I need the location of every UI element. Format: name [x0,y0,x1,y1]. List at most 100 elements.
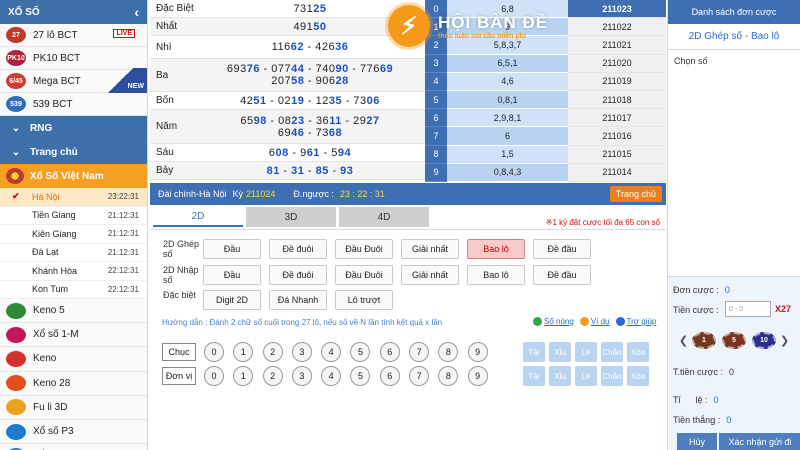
confirm-button[interactable]: Xác nhận gửi đi [719,433,800,450]
tab-2d[interactable]: 2D [153,207,243,227]
digit-button[interactable]: 5 [350,366,371,386]
bet-chip[interactable]: 1 [691,331,716,349]
digit-button[interactable]: 9 [467,366,488,386]
period-item[interactable]: 211014 [568,163,666,182]
quick-select-button[interactable]: Lẻ [574,342,597,362]
menu-item-game[interactable]: 539 539 BCT [0,93,147,116]
main-header[interactable]: ⌄ Trang chủ [0,140,147,164]
tab-4d[interactable]: 4D [339,207,429,227]
bet-option-button[interactable]: Lô trượt [335,290,393,310]
bet-option-button[interactable]: Đầu Đuôi [335,265,393,285]
bet-option-button[interactable]: Đá Nhanh [269,290,327,310]
digit-button[interactable]: 0 [204,342,224,362]
chevron-right-icon[interactable]: ❯ [779,334,790,347]
quick-select-button[interactable]: Tài [522,366,545,386]
menu-item-game[interactable]: 27 27 lô BCT LIVE [0,24,147,47]
menu-item-game[interactable]: Xổ số 1-M [0,323,147,348]
period-item[interactable]: 211018 [568,90,666,110]
group-label: 2D Ghép số [163,239,200,259]
menu-item-game[interactable]: Fu li 3D [0,395,147,420]
quick-select-button[interactable]: Chẵn [600,342,623,362]
digit-button[interactable]: 6 [379,366,400,386]
quick-select-button[interactable]: Xóa [626,342,649,362]
digit-button[interactable]: 7 [409,366,430,386]
quick-select-button[interactable]: Tài [522,342,545,362]
digit-button[interactable]: 4 [321,366,342,386]
tab-3d[interactable]: 3D [246,207,336,227]
digit-button[interactable]: 8 [438,366,459,386]
quick-select-button[interactable]: Xỉu [548,342,571,362]
new-ribbon: NEW [105,68,147,94]
tail-digits: 4,6 [447,72,568,91]
bet-option-button[interactable]: Đề đuôi [269,265,327,285]
digit-button[interactable]: 3 [291,342,312,362]
digit-button[interactable]: 1 [233,366,254,386]
bet-type-title: 2D Ghép số - Bao lô [668,24,800,50]
digit-button[interactable]: 7 [409,342,430,362]
digit-button[interactable]: 5 [350,342,371,362]
guide-text: Hướng dẫn : Đánh 2 chữ số cuối trong 27 … [162,318,443,327]
prize-numbers: 6598 - 0823 - 3611 - 2927 6946 - 7368 [195,110,425,143]
digit-button[interactable]: 1 [233,342,254,362]
result-row: Nhất 49150 [150,18,425,36]
link-0[interactable]: Số nóng [533,317,574,326]
quick-select-button[interactable]: Chẵn [600,366,623,386]
quick-select-button[interactable]: Lẻ [574,366,597,386]
period-item[interactable]: 211017 [568,109,666,128]
vietnam-lottery-header[interactable]: Xổ Số Việt Nam [0,164,147,188]
digit-button[interactable]: 4 [321,342,342,362]
bet-option-button[interactable]: Digit 2D [203,290,261,310]
province-item[interactable]: Đà Lạt 21:12:31 [0,244,147,262]
digit-button[interactable]: 2 [262,366,283,386]
bet-option-button[interactable]: Đề đầu [533,239,591,259]
menu-item-game[interactable]: PK10 PK10 BCT [0,47,147,70]
digit-button[interactable]: 2 [262,342,283,362]
digit-button[interactable]: 6 [379,342,400,362]
bet-chip[interactable]: 5 [721,331,747,349]
stake-input[interactable]: 0 - 0 [725,301,771,317]
prize-label: Bảy [156,165,174,176]
quick-select-button[interactable]: Xỉu [548,366,571,386]
bet-option-button[interactable]: Giải nhất [401,265,459,285]
menu-item-game[interactable]: Keno 5 [0,299,147,324]
digit-button[interactable]: 8 [438,342,459,362]
bet-slip-title: Danh sách đơn cược [668,0,800,24]
quick-select-button[interactable]: Xóa [626,366,649,386]
bet-chip[interactable]: 10 [752,331,777,349]
province-item[interactable]: ✔ Hà Nội 23:22:31 [0,188,147,207]
digit-button[interactable]: 0 [204,366,224,386]
chevron-left-icon[interactable]: ❮ [678,334,689,347]
menu-item-game[interactable]: Xổ số P3 [0,419,147,445]
period-item[interactable]: 211016 [568,127,666,146]
province-item[interactable]: Kon Tum 22:12:31 [0,281,147,299]
link-2[interactable]: Trợ giúp [615,317,656,326]
digit-button[interactable]: 3 [291,366,312,386]
period-item[interactable]: 211019 [568,72,666,91]
menu-item-game[interactable]: Keno 28 [0,371,147,396]
bet-option-button[interactable]: Bao lô [467,239,525,259]
rng-header[interactable]: ⌄ RNG [0,116,147,140]
bet-option-button[interactable]: Đề đuôi [269,239,327,259]
digit-button[interactable]: 9 [467,342,488,362]
home-button[interactable]: Trang chủ [609,186,662,202]
bet-option-button[interactable]: Bao lô [467,265,525,285]
province-time: 21:12:31 [107,229,139,239]
chevron-left-icon[interactable]: ‹ [134,4,139,20]
cancel-button[interactable]: Hủy [677,433,717,450]
menu-item-game[interactable]: Xổ Số Thái Lan [0,444,147,450]
menu-item-game[interactable]: 6/45 Mega BCT NEW [0,68,147,94]
prize-label: Năm [156,121,178,132]
bet-option-button[interactable]: Giải nhất [401,239,459,259]
menu-item-game[interactable]: Keno [0,347,147,372]
province-item[interactable]: Tiền Giang 21:12:31 [0,207,147,225]
game-logo-icon: 539 [6,96,26,112]
bet-option-button[interactable]: Đầu [203,265,261,285]
period-item[interactable]: 211020 [568,54,666,73]
bet-option-button[interactable]: Đề đầu [533,265,591,285]
period-item[interactable]: 211015 [568,145,666,164]
province-item[interactable]: Kiên Giang 21:12:31 [0,225,147,244]
province-item[interactable]: Khánh Hòa 22:12:31 [0,262,147,281]
link-1[interactable]: Ví dụ [579,317,610,326]
bet-option-button[interactable]: Đầu [203,239,261,259]
bet-option-button[interactable]: Đầu Đuôi [335,239,393,259]
